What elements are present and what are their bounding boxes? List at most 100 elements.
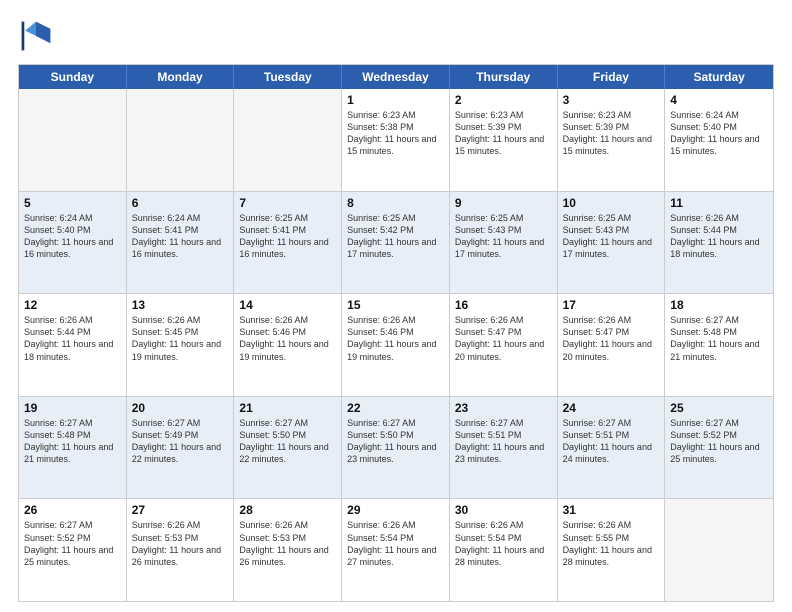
weekday-header-tuesday: Tuesday — [234, 65, 342, 89]
day-cell-7: 7 Sunrise: 6:25 AM Sunset: 5:41 PM Daylig… — [234, 192, 342, 294]
day-number: 27 — [132, 503, 229, 517]
day-number: 7 — [239, 196, 336, 210]
empty-cell — [127, 89, 235, 191]
day-cell-13: 13 Sunrise: 6:26 AM Sunset: 5:45 PM Dayli… — [127, 294, 235, 396]
day-cell-17: 17 Sunrise: 6:26 AM Sunset: 5:47 PM Dayli… — [558, 294, 666, 396]
empty-cell — [665, 499, 773, 601]
day-info: Sunrise: 6:26 AM Sunset: 5:45 PM Dayligh… — [132, 314, 229, 363]
day-number: 15 — [347, 298, 444, 312]
day-cell-23: 23 Sunrise: 6:27 AM Sunset: 5:51 PM Dayli… — [450, 397, 558, 499]
calendar-header: SundayMondayTuesdayWednesdayThursdayFrid… — [19, 65, 773, 89]
day-number: 19 — [24, 401, 121, 415]
day-number: 21 — [239, 401, 336, 415]
calendar-body: 1Sunrise: 6:23 AM Sunset: 5:38 PM Daylig… — [19, 89, 773, 601]
day-number: 2 — [455, 93, 552, 107]
day-info: Sunrise: 6:26 AM Sunset: 5:44 PM Dayligh… — [670, 212, 768, 261]
day-info: Sunrise: 6:26 AM Sunset: 5:53 PM Dayligh… — [239, 519, 336, 568]
day-cell-20: 20Sunrise: 6:27 AM Sunset: 5:49 PM Dayli… — [127, 397, 235, 499]
day-number: 14 — [239, 298, 336, 312]
day-info: Sunrise: 6:24 AM Sunset: 5:40 PM Dayligh… — [670, 109, 768, 158]
day-info: Sunrise: 6:26 AM Sunset: 5:54 PM Dayligh… — [347, 519, 444, 568]
day-number: 29 — [347, 503, 444, 517]
day-number: 17 — [563, 298, 660, 312]
day-info: Sunrise: 6:24 AM Sunset: 5:41 PM Dayligh… — [132, 212, 229, 261]
day-info: Sunrise: 6:27 AM Sunset: 5:52 PM Dayligh… — [670, 417, 768, 466]
day-cell-26: 26 Sunrise: 6:27 AM Sunset: 5:52 PM Dayli… — [19, 499, 127, 601]
day-cell-6: 6 Sunrise: 6:24 AM Sunset: 5:41 PM Daylig… — [127, 192, 235, 294]
day-info: Sunrise: 6:24 AM Sunset: 5:40 PM Dayligh… — [24, 212, 121, 261]
day-cell-5: 5 Sunrise: 6:24 AM Sunset: 5:40 PM Daylig… — [19, 192, 127, 294]
day-number: 1 — [347, 93, 444, 107]
day-number: 18 — [670, 298, 768, 312]
calendar-row-2: 12 Sunrise: 6:26 AM Sunset: 5:44 PM Dayli… — [19, 293, 773, 396]
day-number: 6 — [132, 196, 229, 210]
day-info: Sunrise: 6:27 AM Sunset: 5:50 PM Dayligh… — [347, 417, 444, 466]
day-number: 9 — [455, 196, 552, 210]
day-cell-29: 29 Sunrise: 6:26 AM Sunset: 5:54 PM Dayli… — [342, 499, 450, 601]
empty-cell — [234, 89, 342, 191]
day-cell-31: 31Sunrise: 6:26 AM Sunset: 5:55 PM Dayli… — [558, 499, 666, 601]
day-number: 23 — [455, 401, 552, 415]
calendar-row-1: 5 Sunrise: 6:24 AM Sunset: 5:40 PM Daylig… — [19, 191, 773, 294]
day-info: Sunrise: 6:26 AM Sunset: 5:44 PM Dayligh… — [24, 314, 121, 363]
day-cell-18: 18 Sunrise: 6:27 AM Sunset: 5:48 PM Dayli… — [665, 294, 773, 396]
day-cell-4: 4Sunrise: 6:24 AM Sunset: 5:40 PM Daylig… — [665, 89, 773, 191]
day-cell-15: 15 Sunrise: 6:26 AM Sunset: 5:46 PM Dayli… — [342, 294, 450, 396]
day-number: 5 — [24, 196, 121, 210]
day-cell-21: 21Sunrise: 6:27 AM Sunset: 5:50 PM Dayli… — [234, 397, 342, 499]
day-number: 8 — [347, 196, 444, 210]
day-cell-8: 8 Sunrise: 6:25 AM Sunset: 5:42 PM Daylig… — [342, 192, 450, 294]
day-cell-3: 3 Sunrise: 6:23 AM Sunset: 5:39 PM Daylig… — [558, 89, 666, 191]
calendar-row-4: 26 Sunrise: 6:27 AM Sunset: 5:52 PM Dayli… — [19, 498, 773, 601]
day-info: Sunrise: 6:26 AM Sunset: 5:55 PM Dayligh… — [563, 519, 660, 568]
day-info: Sunrise: 6:23 AM Sunset: 5:39 PM Dayligh… — [455, 109, 552, 158]
weekday-header-monday: Monday — [127, 65, 235, 89]
calendar: SundayMondayTuesdayWednesdayThursdayFrid… — [18, 64, 774, 602]
weekday-header-saturday: Saturday — [665, 65, 773, 89]
day-info: Sunrise: 6:23 AM Sunset: 5:39 PM Dayligh… — [563, 109, 660, 158]
day-number: 16 — [455, 298, 552, 312]
weekday-header-thursday: Thursday — [450, 65, 558, 89]
day-number: 28 — [239, 503, 336, 517]
day-info: Sunrise: 6:26 AM Sunset: 5:46 PM Dayligh… — [347, 314, 444, 363]
weekday-header-sunday: Sunday — [19, 65, 127, 89]
day-cell-11: 11 Sunrise: 6:26 AM Sunset: 5:44 PM Dayli… — [665, 192, 773, 294]
day-cell-2: 2 Sunrise: 6:23 AM Sunset: 5:39 PM Daylig… — [450, 89, 558, 191]
weekday-header-wednesday: Wednesday — [342, 65, 450, 89]
day-info: Sunrise: 6:26 AM Sunset: 5:54 PM Dayligh… — [455, 519, 552, 568]
day-info: Sunrise: 6:27 AM Sunset: 5:51 PM Dayligh… — [455, 417, 552, 466]
day-cell-10: 10Sunrise: 6:25 AM Sunset: 5:43 PM Dayli… — [558, 192, 666, 294]
day-cell-9: 9Sunrise: 6:25 AM Sunset: 5:43 PM Daylig… — [450, 192, 558, 294]
day-info: Sunrise: 6:27 AM Sunset: 5:48 PM Dayligh… — [24, 417, 121, 466]
day-info: Sunrise: 6:26 AM Sunset: 5:46 PM Dayligh… — [239, 314, 336, 363]
day-info: Sunrise: 6:27 AM Sunset: 5:49 PM Dayligh… — [132, 417, 229, 466]
day-info: Sunrise: 6:25 AM Sunset: 5:41 PM Dayligh… — [239, 212, 336, 261]
weekday-header-friday: Friday — [558, 65, 666, 89]
day-info: Sunrise: 6:26 AM Sunset: 5:47 PM Dayligh… — [455, 314, 552, 363]
day-info: Sunrise: 6:26 AM Sunset: 5:53 PM Dayligh… — [132, 519, 229, 568]
day-info: Sunrise: 6:27 AM Sunset: 5:51 PM Dayligh… — [563, 417, 660, 466]
calendar-row-3: 19 Sunrise: 6:27 AM Sunset: 5:48 PM Dayli… — [19, 396, 773, 499]
calendar-row-0: 1Sunrise: 6:23 AM Sunset: 5:38 PM Daylig… — [19, 89, 773, 191]
day-info: Sunrise: 6:27 AM Sunset: 5:48 PM Dayligh… — [670, 314, 768, 363]
day-number: 30 — [455, 503, 552, 517]
day-cell-27: 27 Sunrise: 6:26 AM Sunset: 5:53 PM Dayli… — [127, 499, 235, 601]
day-cell-12: 12 Sunrise: 6:26 AM Sunset: 5:44 PM Dayli… — [19, 294, 127, 396]
logo-icon — [18, 18, 54, 54]
day-info: Sunrise: 6:25 AM Sunset: 5:42 PM Dayligh… — [347, 212, 444, 261]
day-info: Sunrise: 6:26 AM Sunset: 5:47 PM Dayligh… — [563, 314, 660, 363]
day-number: 22 — [347, 401, 444, 415]
day-number: 26 — [24, 503, 121, 517]
day-number: 11 — [670, 196, 768, 210]
day-number: 10 — [563, 196, 660, 210]
day-cell-14: 14 Sunrise: 6:26 AM Sunset: 5:46 PM Dayli… — [234, 294, 342, 396]
day-info: Sunrise: 6:27 AM Sunset: 5:52 PM Dayligh… — [24, 519, 121, 568]
day-cell-19: 19 Sunrise: 6:27 AM Sunset: 5:48 PM Dayli… — [19, 397, 127, 499]
day-number: 3 — [563, 93, 660, 107]
day-cell-30: 30 Sunrise: 6:26 AM Sunset: 5:54 PM Dayli… — [450, 499, 558, 601]
day-number: 13 — [132, 298, 229, 312]
day-number: 12 — [24, 298, 121, 312]
day-number: 24 — [563, 401, 660, 415]
day-cell-28: 28 Sunrise: 6:26 AM Sunset: 5:53 PM Dayli… — [234, 499, 342, 601]
day-cell-24: 24 Sunrise: 6:27 AM Sunset: 5:51 PM Dayli… — [558, 397, 666, 499]
